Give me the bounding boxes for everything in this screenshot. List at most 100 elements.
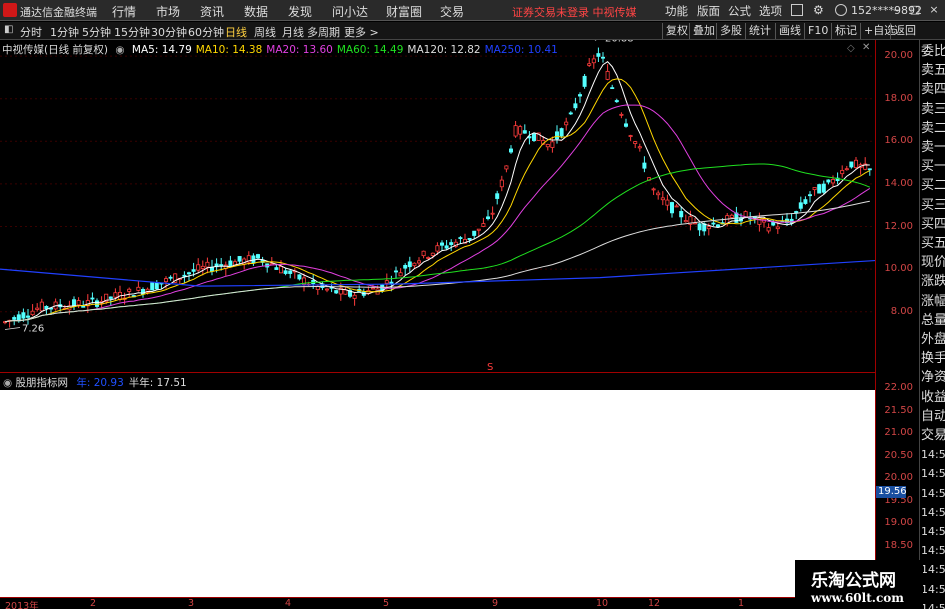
period-monthly[interactable]: 月线 [282, 24, 304, 40]
candle-body [403, 265, 408, 269]
price-tick: 18.00 [884, 92, 913, 104]
candle-body [200, 265, 205, 269]
sub-tick: 21.00 [884, 427, 913, 438]
candle-body [867, 168, 872, 171]
period-1min[interactable]: 1分钟 [50, 24, 79, 40]
sub-indicator-title[interactable]: 股朋指标网 [16, 377, 69, 389]
quote-label: 自动 [921, 408, 945, 424]
quote-label: 净资 [921, 370, 945, 386]
quote-label: 14:56 [921, 544, 945, 558]
candle-body [826, 179, 831, 183]
candle-body [614, 100, 619, 103]
draw-line-button[interactable]: 画线 [775, 23, 804, 39]
trade-status-banner: 证券交易未登录 中视传媒 [512, 6, 637, 19]
date-tick: 1 [738, 598, 745, 609]
period-more[interactable]: 更多 > [344, 24, 379, 40]
candle-body [545, 144, 550, 148]
maximize-icon[interactable]: □ [906, 2, 924, 18]
period-60min[interactable]: 60分钟 [188, 24, 224, 40]
candle-body [136, 286, 141, 291]
candle-body [412, 262, 417, 267]
date-tick: 5 [383, 598, 390, 609]
screen-icon[interactable] [791, 4, 803, 16]
user-icon[interactable] [835, 4, 847, 16]
period-15min[interactable]: 15分钟 [114, 24, 150, 40]
menu-function[interactable]: 功能 [665, 3, 688, 19]
close-panel-icon[interactable]: ✕ [862, 42, 870, 53]
ma-legend-item: MA120: 12.82 [407, 44, 481, 56]
menu-ask[interactable]: 问小达 [332, 3, 368, 20]
back-button[interactable]: 返回 [890, 23, 919, 39]
sub-tick: 20.50 [884, 449, 913, 461]
sub-indicator-header: ◉ 股朋指标网 年: 20.93 半年: 17.51 [0, 372, 875, 390]
stats-button[interactable]: 统计 [745, 23, 774, 39]
quote-label: 卖二 [921, 120, 945, 136]
f10-button[interactable]: F10 [804, 23, 831, 39]
menu-market-quotes[interactable]: 行情 [112, 3, 136, 20]
candle-body [798, 202, 803, 209]
candle-body [444, 245, 449, 249]
panel-toggle-icon[interactable]: ◧ [4, 24, 13, 35]
quote-label: 卖五 [921, 63, 945, 79]
candle-body [25, 315, 30, 318]
candle-body [435, 245, 440, 252]
menu-market[interactable]: 市场 [156, 3, 180, 20]
quote-label: 买一 [921, 159, 945, 175]
candle-body [817, 184, 822, 194]
low-label: 7.26 [22, 323, 44, 334]
menu-data[interactable]: 数据 [244, 3, 268, 20]
sub-tick: 20.00 [884, 472, 913, 483]
date-tick: 9 [492, 598, 499, 609]
menu-discover[interactable]: 发现 [288, 3, 312, 20]
menu-layout[interactable]: 版面 [697, 3, 720, 19]
sub-tick: 19.00 [884, 517, 913, 528]
menu-news[interactable]: 资讯 [200, 3, 224, 20]
candle-body [476, 228, 481, 231]
period-weekly[interactable]: 周线 [254, 24, 276, 40]
candle-body [274, 267, 279, 270]
stock-title[interactable]: 中视传媒(日线 前复权) [2, 44, 108, 56]
period-daily[interactable]: 日线 [225, 24, 247, 40]
close-icon[interactable]: × [925, 2, 943, 18]
gear-icon[interactable]: ⚙ [813, 3, 824, 17]
candle-body [76, 300, 81, 306]
menu-wealth-circle[interactable]: 财富圈 [386, 3, 422, 20]
quote-label: 买四 [921, 216, 945, 232]
period-5min[interactable]: 5分钟 [82, 24, 111, 40]
settings-circle-icon[interactable]: ◉ [115, 44, 124, 56]
candle-body [449, 242, 454, 245]
period-intraday[interactable]: 分时 [20, 24, 42, 40]
quote-label: 14:56 [921, 448, 945, 462]
candle-body [205, 261, 210, 268]
menu-trade[interactable]: 交易 [440, 3, 464, 20]
settings-circle-icon[interactable]: ◉ [3, 377, 12, 389]
candle-body [458, 237, 463, 239]
menu-options[interactable]: 选项 [759, 3, 782, 19]
candle-body [849, 161, 854, 168]
overlay-button[interactable]: 叠加 [689, 23, 718, 39]
period-30min[interactable]: 30分钟 [151, 24, 187, 40]
candle-body [854, 159, 859, 168]
quote-label: 现价 [921, 255, 945, 271]
candle-body [168, 276, 173, 279]
candle-body [670, 202, 675, 214]
minimize-icon[interactable]: – [887, 2, 905, 18]
mark-button[interactable]: 标记 [831, 23, 860, 39]
multi-stock-button[interactable]: 多股 [716, 23, 745, 39]
quote-label: 14:56 [921, 563, 945, 577]
candlestick-chart[interactable]: 20.88 7.26 S [0, 40, 875, 372]
period-multi[interactable]: 多周期 [307, 24, 340, 40]
candle-body [605, 71, 610, 80]
candle-body [596, 53, 601, 57]
diamond-icon[interactable]: ◇ [847, 43, 855, 54]
candle-body [716, 224, 721, 228]
candle-body [495, 193, 500, 199]
adjust-button[interactable]: 复权 [662, 23, 691, 39]
quote-label: 14:56 [921, 601, 945, 609]
candle-body [490, 212, 495, 215]
candle-body [288, 270, 293, 274]
sub-current-value: 19.56 [876, 486, 907, 498]
menu-formula[interactable]: 公式 [728, 3, 751, 19]
candle-body [163, 278, 168, 283]
candle-body [508, 148, 513, 153]
